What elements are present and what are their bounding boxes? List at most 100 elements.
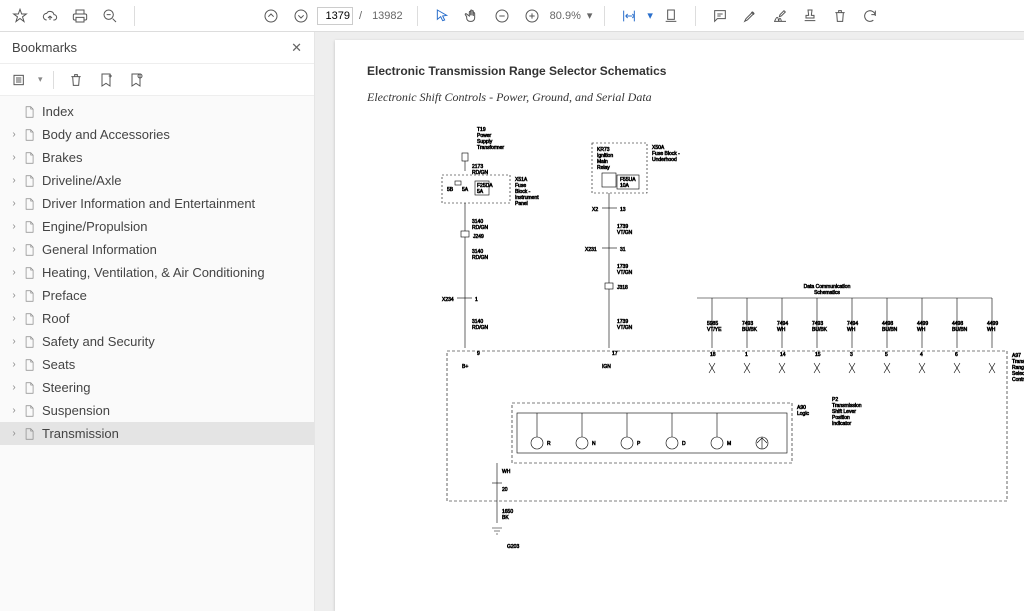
sign-icon[interactable]	[766, 2, 794, 30]
svg-text:1: 1	[475, 297, 478, 303]
bookmark-label: General Information	[42, 242, 157, 257]
svg-text:31: 31	[620, 247, 626, 253]
panel-title: Bookmarks	[12, 40, 291, 55]
bookmark-item-steering[interactable]: ›Steering	[0, 376, 314, 399]
expand-icon[interactable]: ›	[8, 382, 20, 393]
page-number-input[interactable]	[317, 7, 353, 25]
expand-icon[interactable]: ›	[8, 336, 20, 347]
bookmark-item-general-information[interactable]: › General Information	[0, 238, 314, 261]
expand-icon[interactable]: ›	[8, 313, 20, 324]
svg-text:1: 1	[745, 352, 748, 358]
svg-text:14: 14	[780, 352, 786, 358]
fit-page-icon[interactable]	[657, 2, 685, 30]
zoom-out-icon[interactable]	[488, 2, 516, 30]
delete-bookmark-icon[interactable]	[64, 68, 88, 92]
add-bookmark-icon[interactable]	[94, 68, 118, 92]
bookmark-item-brakes[interactable]: ›Brakes	[0, 146, 314, 169]
svg-text:20: 20	[502, 487, 508, 493]
svg-text:WH: WH	[502, 469, 511, 475]
svg-text:J318: J318	[617, 285, 628, 291]
bookmark-item-roof[interactable]: ›Roof	[0, 307, 314, 330]
page-total-label: 13982	[372, 10, 403, 22]
svg-text:VT/GN: VT/GN	[617, 325, 633, 331]
stamp-icon[interactable]	[796, 2, 824, 30]
bookmark-settings-icon[interactable]	[124, 68, 148, 92]
zoom-dropdown-icon[interactable]: ▾	[587, 9, 593, 22]
expand-icon[interactable]: ›	[8, 221, 20, 232]
svg-text:B+: B+	[462, 364, 468, 370]
expand-icon[interactable]: ›	[8, 152, 20, 163]
bookmark-star-icon[interactable]	[6, 2, 34, 30]
options-icon[interactable]	[8, 68, 32, 92]
expand-icon[interactable]: ›	[8, 428, 20, 439]
bookmark-label: Seats	[42, 357, 75, 372]
fit-width-icon[interactable]	[615, 2, 643, 30]
svg-text:6: 6	[955, 352, 958, 358]
bookmark-item-suspension[interactable]: › Suspension	[0, 399, 314, 422]
expand-icon[interactable]: ›	[8, 290, 20, 301]
comment-icon[interactable]	[706, 2, 734, 30]
svg-text:N: N	[592, 441, 596, 447]
bookmark-item-transmission[interactable]: ›Transmission	[0, 422, 314, 445]
svg-text:WH: WH	[777, 327, 786, 333]
svg-text:13: 13	[620, 207, 626, 213]
cloud-upload-icon[interactable]	[36, 2, 64, 30]
svg-text:IGN: IGN	[602, 364, 611, 370]
bookmark-label: Driver Information and Entertainment	[42, 196, 255, 211]
close-panel-icon[interactable]: ✕	[291, 40, 302, 56]
rotate-icon[interactable]	[856, 2, 884, 30]
expand-icon[interactable]: ›	[8, 359, 20, 370]
svg-text:Panel: Panel	[515, 201, 528, 207]
bookmark-item-index[interactable]: Index	[0, 100, 314, 123]
svg-text:D: D	[682, 441, 686, 447]
expand-icon[interactable]: ›	[8, 175, 20, 186]
svg-text:X231: X231	[585, 247, 597, 253]
expand-icon[interactable]: ›	[8, 267, 20, 278]
page-divider: /	[359, 10, 362, 22]
zoom-out-search-icon[interactable]	[96, 2, 124, 30]
highlight-icon[interactable]	[736, 2, 764, 30]
svg-text:G203: G203	[507, 544, 519, 550]
scroll-down-icon[interactable]	[287, 2, 315, 30]
svg-text:Logic: Logic	[797, 411, 809, 417]
svg-text:VT/GN: VT/GN	[617, 230, 633, 236]
expand-icon[interactable]: ›	[8, 405, 20, 416]
svg-text:9: 9	[477, 351, 480, 357]
zoom-in-icon[interactable]	[518, 2, 546, 30]
pointer-icon[interactable]	[428, 2, 456, 30]
svg-text:17: 17	[612, 351, 618, 357]
fit-dropdown-icon[interactable]: ▾	[647, 9, 653, 22]
zoom-level-label: 80.9%	[550, 10, 581, 22]
doc-subtitle: Electronic Shift Controls - Power, Groun…	[367, 90, 1024, 105]
expand-icon[interactable]: ›	[8, 198, 20, 209]
document-viewport[interactable]: Electronic Transmission Range Selector S…	[315, 32, 1024, 611]
bookmark-label: Driveline/Axle	[42, 173, 121, 188]
svg-text:X234: X234	[442, 297, 454, 303]
bookmark-item-body-and-accessories[interactable]: ›Body and Accessories	[0, 123, 314, 146]
bookmarks-tools: ▾	[0, 64, 314, 96]
svg-text:5: 5	[885, 352, 888, 358]
bookmark-item-safety-and-security[interactable]: ›Safety and Security	[0, 330, 314, 353]
svg-text:3: 3	[850, 352, 853, 358]
svg-text:Transformer: Transformer	[477, 145, 504, 151]
bookmark-item-heating-ventilation-air-conditioning[interactable]: ›Heating, Ventilation, & Air Conditionin…	[0, 261, 314, 284]
bookmark-item-driveline-axle[interactable]: › Driveline/Axle	[0, 169, 314, 192]
print-icon[interactable]	[66, 2, 94, 30]
delete-icon[interactable]	[826, 2, 854, 30]
bookmark-label: Engine/Propulsion	[42, 219, 148, 234]
svg-text:10A: 10A	[620, 183, 630, 189]
bookmarks-panel: Bookmarks ✕ ▾ Index›Body and Accessories…	[0, 32, 315, 611]
expand-icon[interactable]: ›	[8, 244, 20, 255]
scroll-up-icon[interactable]	[257, 2, 285, 30]
svg-text:P: P	[637, 441, 641, 447]
bookmark-item-seats[interactable]: › Seats	[0, 353, 314, 376]
bookmark-item-driver-information-and-entertainment[interactable]: › Driver Information and Entertainment	[0, 192, 314, 215]
hand-pan-icon[interactable]	[458, 2, 486, 30]
svg-text:WH: WH	[987, 327, 996, 333]
bookmark-item-engine-propulsion[interactable]: › Engine/Propulsion	[0, 215, 314, 238]
bookmark-item-preface[interactable]: ›Preface	[0, 284, 314, 307]
bookmark-label: Suspension	[42, 403, 110, 418]
svg-text:WH: WH	[917, 327, 926, 333]
svg-text:BU/BK: BU/BK	[742, 327, 758, 333]
expand-icon[interactable]: ›	[8, 129, 20, 140]
